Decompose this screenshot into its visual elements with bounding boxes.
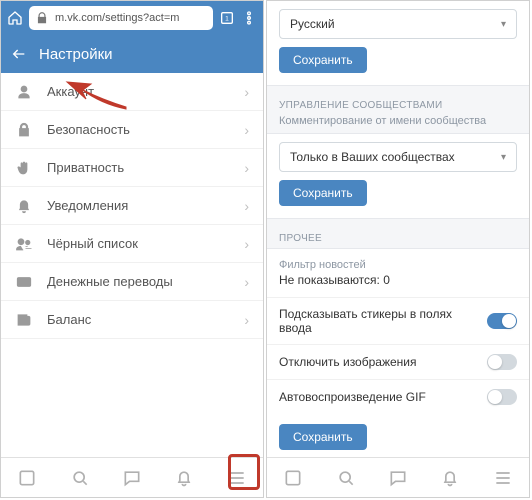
nav-menu-icon[interactable] xyxy=(227,468,247,488)
chevron-down-icon: ▾ xyxy=(501,152,506,163)
nav-messages-icon[interactable] xyxy=(122,468,142,488)
commenting-value: Только в Ваших сообществах xyxy=(290,150,455,164)
settings-title: Настройки xyxy=(39,46,113,63)
commenting-select[interactable]: Только в Ваших сообществах ▾ xyxy=(279,142,517,172)
hand-icon xyxy=(15,159,33,177)
chevron-down-icon: ▾ xyxy=(501,19,506,30)
settings-item-blocked[interactable]: Чёрный список › xyxy=(1,225,263,263)
left-phone: m.vk.com/settings?act=m 1 Настройки Акка… xyxy=(0,0,264,498)
right-phone: Русский ▾ Сохранить УПРАВЛЕНИЕ СООБЩЕСТВ… xyxy=(266,0,530,498)
lock-icon xyxy=(35,11,49,25)
section-communities: УПРАВЛЕНИЕ СООБЩЕСТВАМИ xyxy=(267,94,529,115)
language-value: Русский xyxy=(290,17,335,31)
toggle-label: Подсказывать стикеры в полях ввода xyxy=(279,307,487,335)
toggle-row-0: Подсказывать стикеры в полях ввода xyxy=(267,297,529,344)
browser-bar: m.vk.com/settings?act=m 1 xyxy=(1,1,263,35)
url-text: m.vk.com/settings?act=m xyxy=(55,12,179,24)
settings-item-hand[interactable]: Приватность › xyxy=(1,149,263,187)
blocked-icon xyxy=(15,235,33,253)
toggle-switch-1[interactable] xyxy=(487,354,517,370)
user-icon xyxy=(15,83,33,101)
settings-item-label: Баланс xyxy=(47,312,91,327)
settings-item-label: Аккаунт xyxy=(47,84,94,99)
toggle-switch-2[interactable] xyxy=(487,389,517,405)
save-button-commenting[interactable]: Сохранить xyxy=(279,180,367,206)
chevron-right-icon: › xyxy=(244,84,249,100)
back-arrow-icon[interactable] xyxy=(11,46,27,62)
bell-icon xyxy=(15,197,33,215)
card-icon xyxy=(15,273,33,291)
filter-label: Фильтр новостей xyxy=(267,248,529,273)
tabs-icon[interactable]: 1 xyxy=(219,10,235,26)
chevron-right-icon: › xyxy=(244,274,249,290)
commenting-label: Комментирование от имени сообщества xyxy=(267,115,529,133)
settings-item-bell[interactable]: Уведомления › xyxy=(1,187,263,225)
toggle-switch-0[interactable] xyxy=(487,313,517,329)
nav-news-icon[interactable] xyxy=(17,468,37,488)
bottom-nav xyxy=(1,457,263,497)
nav-messages-icon[interactable] xyxy=(388,468,408,488)
settings-list: Аккаунт › Безопасность › Приватность › У… xyxy=(1,73,263,457)
chevron-right-icon: › xyxy=(244,236,249,252)
settings-item-lock[interactable]: Безопасность › xyxy=(1,111,263,149)
toggle-row-1: Отключить изображения xyxy=(267,344,529,379)
toggle-row-2: Автовоспроизведение GIF xyxy=(267,379,529,414)
section-other: ПРОЧЕЕ xyxy=(267,227,529,248)
nav-menu-icon[interactable] xyxy=(493,468,513,488)
settings-item-wallet[interactable]: Баланс › xyxy=(1,301,263,339)
chevron-right-icon: › xyxy=(244,122,249,138)
menu-dots-icon[interactable] xyxy=(241,10,257,26)
save-button-other[interactable]: Сохранить xyxy=(279,424,367,450)
nav-news-icon[interactable] xyxy=(283,468,303,488)
settings-title-bar: Настройки xyxy=(1,35,263,73)
filter-value[interactable]: Не показываются: 0 xyxy=(267,273,529,297)
nav-bell-icon[interactable] xyxy=(440,468,460,488)
nav-bell-icon[interactable] xyxy=(174,468,194,488)
toggles-group: Подсказывать стикеры в полях ввода Отклю… xyxy=(267,297,529,414)
settings-item-label: Безопасность xyxy=(47,122,130,137)
nav-search-icon[interactable] xyxy=(70,468,90,488)
bottom-nav-right xyxy=(267,457,529,497)
lock-icon xyxy=(15,121,33,139)
wallet-icon xyxy=(15,311,33,329)
right-scroll[interactable]: Русский ▾ Сохранить УПРАВЛЕНИЕ СООБЩЕСТВ… xyxy=(267,1,529,457)
save-button-language[interactable]: Сохранить xyxy=(279,47,367,73)
language-select[interactable]: Русский ▾ xyxy=(279,9,517,39)
settings-item-label: Приватность xyxy=(47,160,124,175)
url-bar[interactable]: m.vk.com/settings?act=m xyxy=(29,6,213,30)
settings-item-card[interactable]: Денежные переводы › xyxy=(1,263,263,301)
nav-search-icon[interactable] xyxy=(336,468,356,488)
settings-item-user[interactable]: Аккаунт › xyxy=(1,73,263,111)
chevron-right-icon: › xyxy=(244,198,249,214)
settings-item-label: Уведомления xyxy=(47,198,128,213)
settings-item-label: Чёрный список xyxy=(47,236,138,251)
chevron-right-icon: › xyxy=(244,160,249,176)
settings-item-label: Денежные переводы xyxy=(47,274,173,289)
home-icon[interactable] xyxy=(7,10,23,26)
toggle-label: Отключить изображения xyxy=(279,355,416,369)
svg-text:1: 1 xyxy=(225,16,229,23)
chevron-right-icon: › xyxy=(244,312,249,328)
toggle-label: Автовоспроизведение GIF xyxy=(279,390,426,404)
